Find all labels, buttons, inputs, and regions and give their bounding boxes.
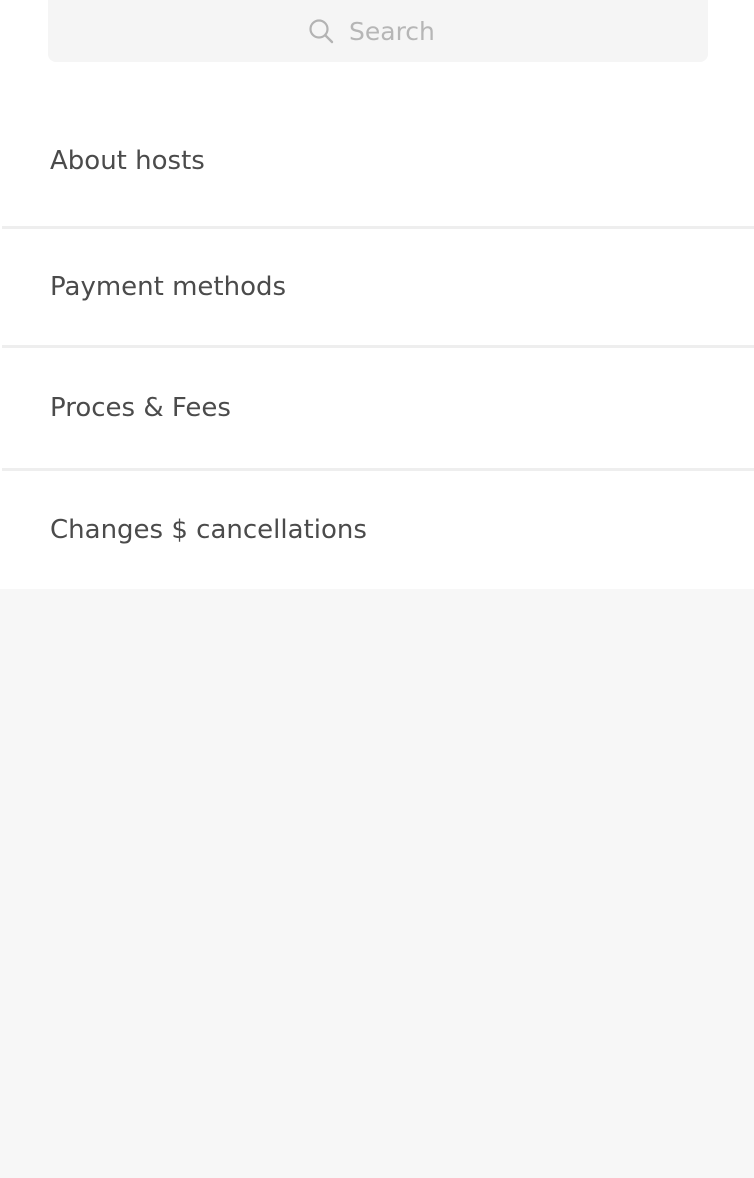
search-bar[interactable] [48,0,708,62]
search-input[interactable] [349,16,449,46]
list-item-prices-fees[interactable]: Proces & Fees [0,348,754,468]
content-panel: About hosts Payment methods Proces & Fee… [0,0,754,589]
list-item-payment-methods[interactable]: Payment methods [0,229,754,345]
list-item-label: Proces & Fees [50,393,231,423]
menu-list: About hosts Payment methods Proces & Fee… [0,96,754,589]
list-item-changes-cancellations[interactable]: Changes $ cancellations [0,471,754,589]
list-item-label: Payment methods [50,272,287,302]
list-item-label: Changes $ cancellations [50,515,367,545]
search-icon [307,17,335,45]
list-item-about-hosts[interactable]: About hosts [0,96,754,226]
list-item-label: About hosts [50,146,205,176]
